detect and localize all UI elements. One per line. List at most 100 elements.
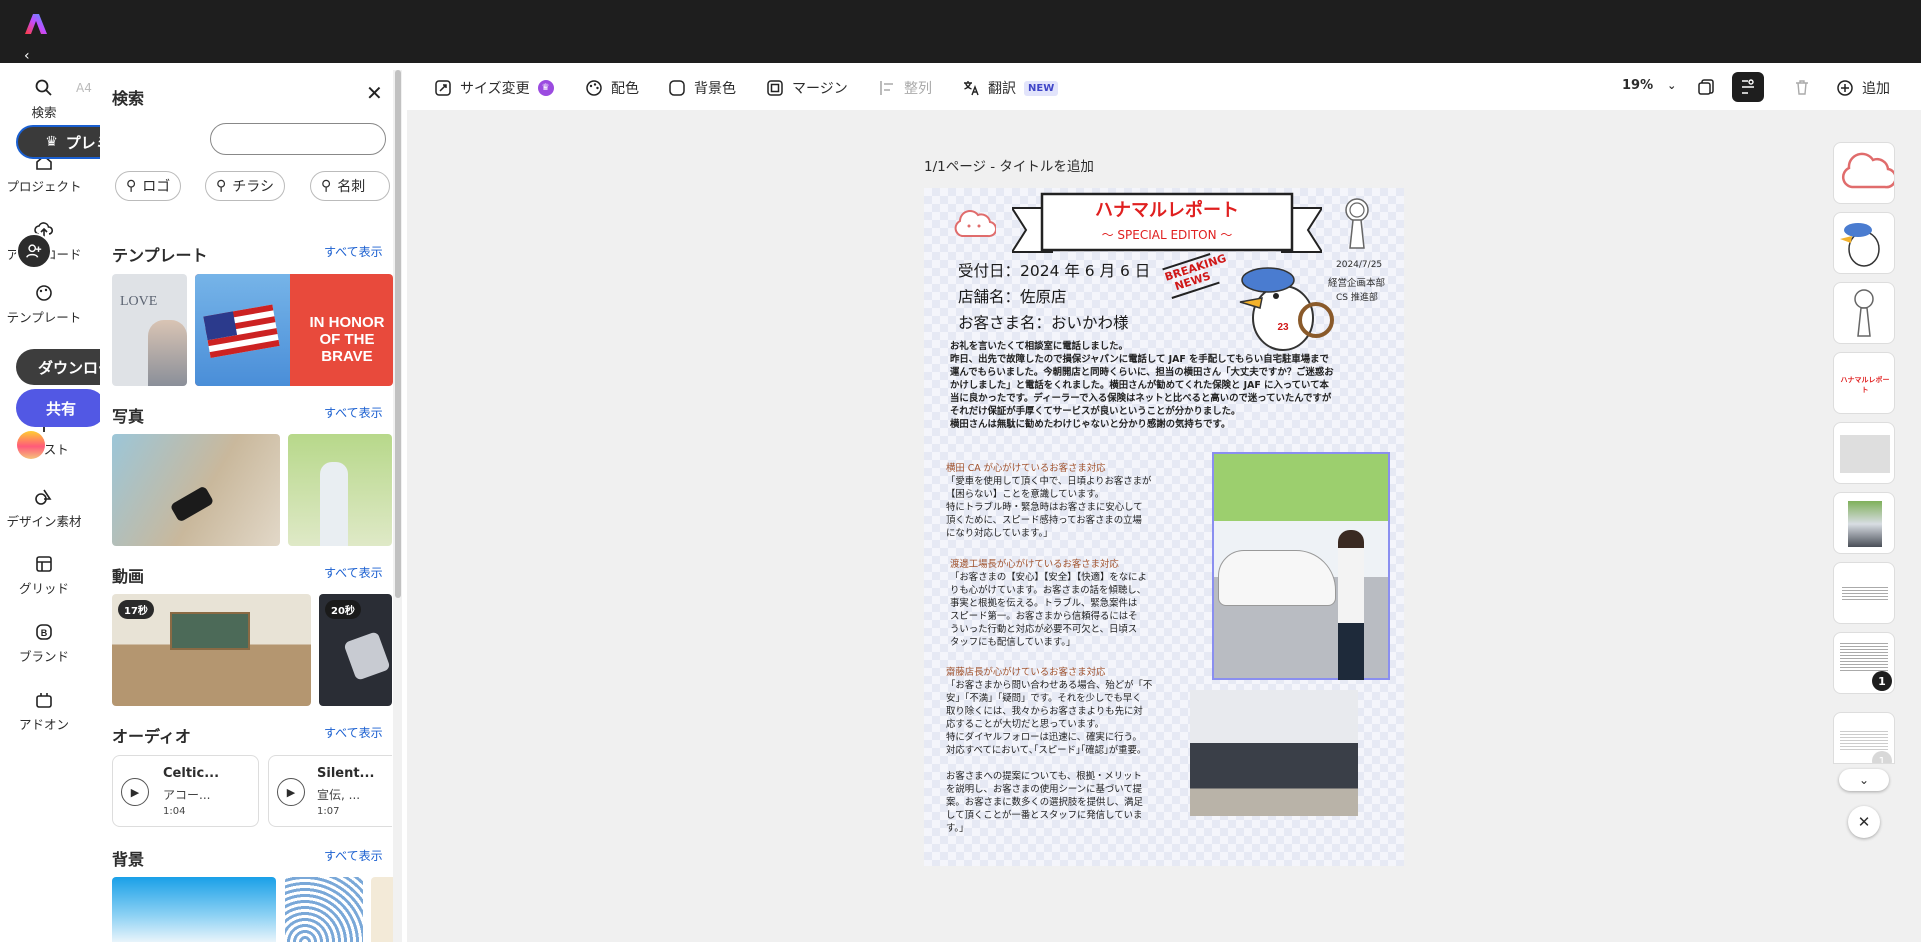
photos-see-all-link[interactable]: すべて表示 bbox=[324, 404, 383, 421]
doc-section-2: 渡邊工場長が心がけているお客さま対応 「お客さまの【安心】【安全】【快適】をなに… bbox=[950, 558, 1147, 649]
chip-label: 名刺 bbox=[337, 179, 366, 195]
video-duration-badge: 17秒 bbox=[118, 600, 154, 619]
doc-section-line: 安」「不満」「疑問」です。それを少しでも早く bbox=[946, 693, 1142, 704]
audio-card-1[interactable]: ▶ Celtic... アコー... 1:04 bbox=[112, 755, 259, 827]
panel-scrollbar-thumb[interactable] bbox=[395, 70, 401, 598]
background-card-3[interactable] bbox=[371, 877, 393, 942]
text-block bbox=[1840, 643, 1888, 673]
photo-car-staff[interactable] bbox=[1212, 452, 1390, 680]
close-thumbnails-button[interactable]: ✕ bbox=[1848, 806, 1880, 838]
colors-label: 配色 bbox=[611, 81, 639, 97]
page-label[interactable]: 1/1ページ - タイトルを追加 bbox=[924, 155, 1094, 175]
palette-icon bbox=[586, 80, 602, 96]
chip-business-card[interactable]: ⚲ 名刺 bbox=[310, 171, 390, 201]
chip-flyer[interactable]: ⚲ チラシ bbox=[205, 171, 285, 201]
photo-card-nurse[interactable] bbox=[288, 434, 392, 546]
rail-item-addons[interactable]: アドオン bbox=[0, 690, 88, 733]
adobe-express-logo[interactable] bbox=[24, 12, 48, 36]
backgrounds-see-all-link[interactable]: すべて表示 bbox=[324, 847, 383, 864]
trophy-icon bbox=[1854, 289, 1874, 337]
translate-button[interactable]: 翻訳 NEW bbox=[962, 78, 1059, 98]
video-card-classroom[interactable]: 17秒 bbox=[112, 594, 311, 706]
document-page[interactable]: ハナマルレポート ～ SPECIAL EDITON ～ 2024/7/25 経営… bbox=[924, 188, 1404, 866]
rail-item-templates[interactable]: テンプレート bbox=[0, 283, 88, 326]
thumbnail-photo[interactable] bbox=[1833, 492, 1895, 554]
audio-title: Celtic... bbox=[163, 766, 220, 781]
trash-icon[interactable] bbox=[1793, 78, 1811, 96]
thumbnails-scroll-down-button[interactable]: ⌄ bbox=[1839, 769, 1889, 791]
thumbnail-gray[interactable] bbox=[1833, 422, 1895, 484]
videos-see-all-link[interactable]: すべて表示 bbox=[324, 564, 383, 581]
gray-block bbox=[1840, 435, 1890, 473]
doc-body-line: それだけ保証が手厚くてサービスが良いということが分かりました。 bbox=[950, 406, 1241, 417]
doc-section-line: 取り除くには、我々からお客さまよりも先に対 bbox=[946, 706, 1143, 717]
align-button[interactable]: 整列 bbox=[878, 78, 932, 98]
doc-title: ハナマルレポート bbox=[1095, 200, 1239, 221]
template-card-love[interactable]: LOVE bbox=[112, 274, 187, 386]
translate-label: 翻訳 bbox=[988, 81, 1016, 97]
thumbnail-cloud[interactable] bbox=[1833, 142, 1895, 204]
share-button[interactable]: 共有 bbox=[16, 389, 106, 427]
thumbnail-title[interactable]: ハナマルレポート bbox=[1833, 352, 1895, 414]
video-thumb-shape bbox=[343, 631, 391, 681]
thumbnail-trophy[interactable] bbox=[1833, 282, 1895, 344]
video-card-2[interactable]: 20秒 bbox=[319, 594, 392, 706]
pages-icon[interactable] bbox=[1697, 78, 1715, 96]
thumb-mini-title: ハナマルレポート bbox=[1840, 376, 1890, 394]
photo-card-grooming[interactable] bbox=[112, 434, 280, 546]
thumbnail-mascot[interactable] bbox=[1833, 212, 1895, 274]
close-icon[interactable]: ✕ bbox=[366, 81, 383, 105]
rail-item-grid[interactable]: グリッド bbox=[0, 554, 88, 597]
doc-info-line: 店舗名：佐原店 bbox=[958, 288, 1067, 306]
thumbnail-text-3[interactable]: 1 bbox=[1833, 712, 1895, 764]
rail-item-label: 検索 bbox=[31, 105, 57, 120]
translate-icon bbox=[964, 81, 979, 96]
audio-title: Silent... bbox=[317, 766, 375, 781]
thumbnail-text-2[interactable]: 1 bbox=[1833, 632, 1895, 694]
back-chevron-icon[interactable]: ‹ bbox=[24, 49, 30, 63]
rail-item-design-assets[interactable]: デザイン素材 bbox=[0, 487, 88, 530]
invite-user-button[interactable] bbox=[16, 233, 52, 269]
close-icon: ✕ bbox=[1857, 813, 1871, 831]
play-button[interactable]: ▶ bbox=[277, 778, 305, 806]
doc-section-line: 「愛車を使用して頂く中で、日頃よりお客さまが bbox=[946, 476, 1152, 487]
audio-see-all-link[interactable]: すべて表示 bbox=[324, 724, 383, 741]
margin-button[interactable]: マージン bbox=[766, 78, 848, 98]
colors-button[interactable]: 配色 bbox=[585, 78, 639, 98]
rail-item-search[interactable]: 検索 bbox=[0, 78, 88, 121]
doc-section-line: 頂くために、スピード感持ってお客さまの立場 bbox=[946, 515, 1142, 526]
zoom-dropdown[interactable]: 19% ⌄ bbox=[1622, 78, 1676, 93]
add-button[interactable]: 追加 bbox=[1836, 78, 1890, 98]
templates-see-all-link[interactable]: すべて表示 bbox=[324, 243, 383, 260]
audio-time: 1:04 bbox=[163, 806, 186, 817]
play-button[interactable]: ▶ bbox=[121, 778, 149, 806]
thumbnail-text-1[interactable] bbox=[1833, 562, 1895, 624]
section-audio-title: オーディオ bbox=[112, 727, 191, 746]
layers-toggle-button[interactable] bbox=[1732, 72, 1764, 102]
template-honor-text: IN HONOR OF THE BRAVE bbox=[309, 314, 385, 365]
chevron-down-icon: ⌄ bbox=[1667, 79, 1677, 92]
resize-button[interactable]: サイズ変更 ♛ bbox=[434, 78, 554, 98]
brand-icon: B bbox=[36, 624, 52, 640]
share-label: 共有 bbox=[45, 399, 76, 418]
doc-section-line: す。」 bbox=[946, 823, 969, 834]
audio-card-2[interactable]: ▶ Silent... 宣伝, ... 1:07 bbox=[268, 755, 392, 827]
svg-text:23: 23 bbox=[1277, 322, 1289, 333]
section-backgrounds-title: 背景 bbox=[112, 850, 145, 869]
section-photos-title: 写真 bbox=[112, 407, 145, 426]
user-avatar[interactable] bbox=[17, 431, 45, 459]
photo-group-staff[interactable] bbox=[1190, 690, 1358, 816]
template-card-honor[interactable]: IN HONOR OF THE BRAVE bbox=[195, 274, 393, 386]
background-card-sky[interactable] bbox=[112, 877, 276, 942]
doc-section-line: りも心がけています。お客さまの話を傾聴し、 bbox=[950, 585, 1146, 596]
rail-item-brand[interactable]: B ブランド bbox=[0, 622, 88, 665]
background-card-waves[interactable] bbox=[285, 877, 363, 942]
chip-logo[interactable]: ⚲ ロゴ bbox=[115, 171, 182, 201]
search-icon: ⚲ bbox=[321, 178, 332, 194]
doc-section-line: して頂くことが一番とスタッフに発信していま bbox=[946, 810, 1143, 821]
align-label: 整列 bbox=[904, 81, 932, 97]
background-color-button[interactable]: 背景色 bbox=[668, 78, 736, 98]
search-input[interactable] bbox=[210, 123, 386, 155]
doc-section-line: 応することが大切だと思っています。 bbox=[946, 719, 1104, 730]
rail-item-label: ブランド bbox=[18, 649, 69, 664]
